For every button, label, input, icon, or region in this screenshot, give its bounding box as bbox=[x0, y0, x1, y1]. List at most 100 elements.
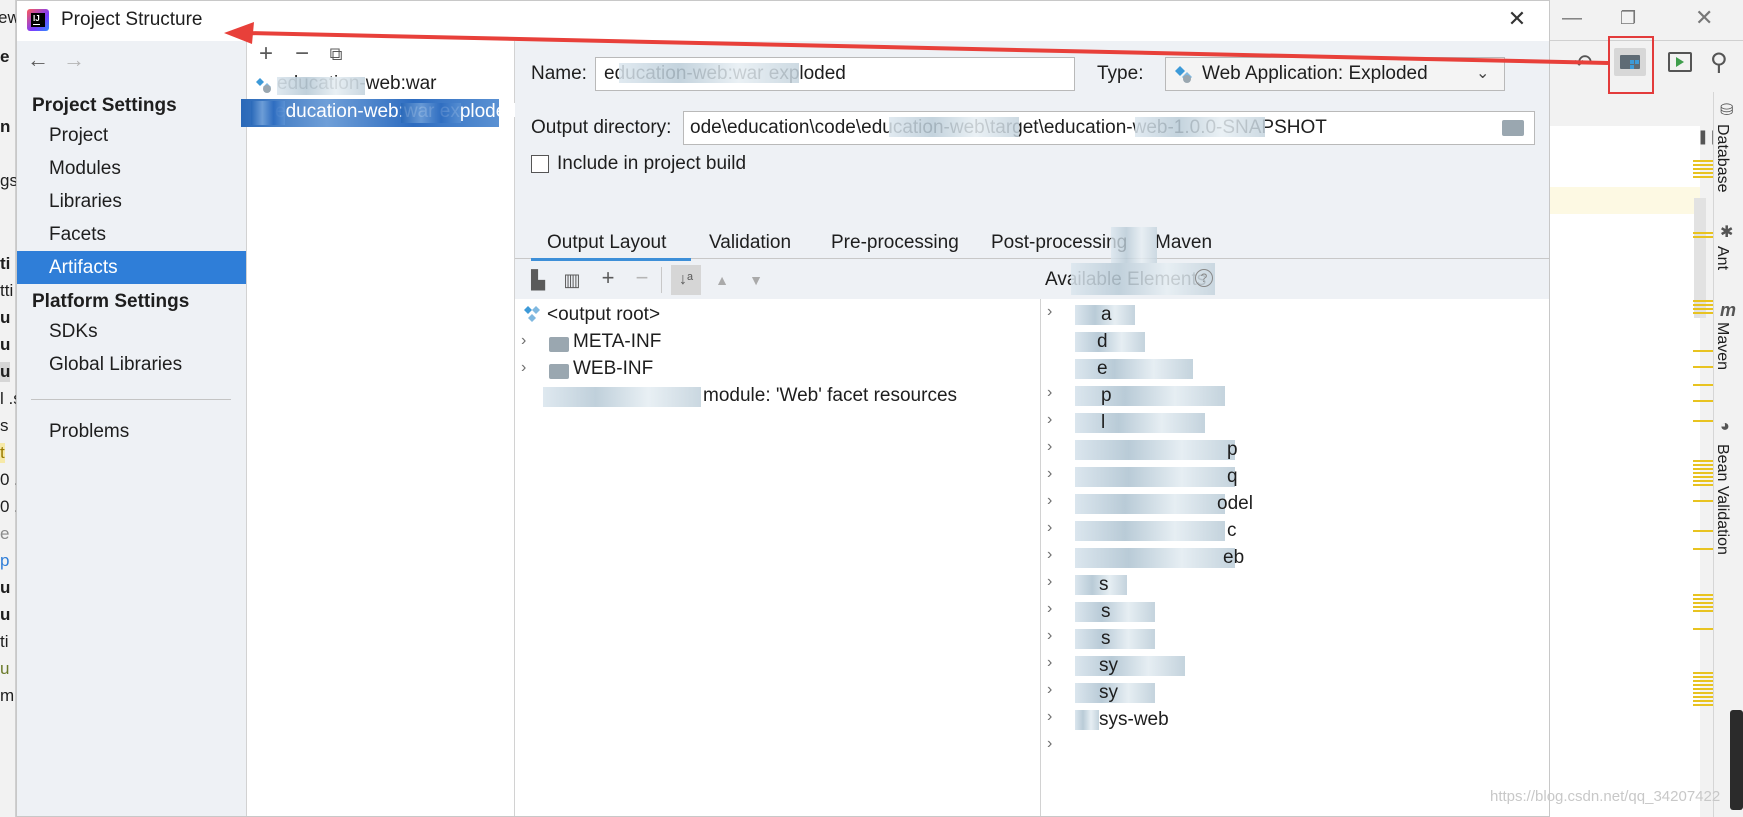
sidebar-item-modules[interactable]: Modules bbox=[17, 152, 246, 185]
module-row[interactable]: a bbox=[1101, 301, 1112, 329]
artifact-detail-panel: Name: education-web:war exploded Type: W… bbox=[515, 41, 1549, 816]
chevron-right-icon[interactable]: › bbox=[1047, 735, 1052, 753]
chevron-right-icon[interactable]: › bbox=[521, 359, 526, 377]
module-row[interactable]: eb bbox=[1223, 544, 1244, 572]
sort-elements-icon[interactable]: ↓ᵃ bbox=[671, 265, 701, 295]
module-row[interactable]: p bbox=[1101, 382, 1112, 410]
ide-fragment: u bbox=[0, 578, 11, 597]
chevron-right-icon[interactable]: › bbox=[1047, 546, 1052, 564]
module-row[interactable]: s bbox=[1101, 625, 1111, 653]
back-arrow-icon[interactable]: ← bbox=[27, 49, 49, 71]
module-row[interactable]: q bbox=[1227, 463, 1238, 491]
sidebar-item-libraries[interactable]: Libraries bbox=[17, 185, 246, 218]
tab-validation[interactable]: Validation bbox=[709, 229, 791, 261]
screen: ew e n gs ti tti u u u l .s s t 0 .c 0 .… bbox=[0, 0, 1743, 817]
window-restore-icon[interactable]: ❐ bbox=[1620, 8, 1640, 28]
chevron-right-icon[interactable]: › bbox=[1047, 492, 1052, 510]
highlight-box bbox=[1608, 36, 1654, 94]
folder-browse-icon[interactable] bbox=[1502, 120, 1524, 136]
remove-element-icon[interactable]: − bbox=[631, 267, 653, 289]
add-icon[interactable]: + bbox=[255, 42, 277, 66]
chevron-right-icon[interactable]: › bbox=[1047, 627, 1052, 645]
tab-pre-processing[interactable]: Pre-processing bbox=[831, 229, 959, 261]
chevron-right-icon[interactable]: › bbox=[1047, 681, 1052, 699]
window-close-icon[interactable]: ✕ bbox=[1695, 7, 1715, 29]
output-directory-field[interactable]: ode\education\code\education-web\target\… bbox=[683, 111, 1535, 145]
module-row-blur bbox=[1075, 467, 1235, 487]
search-icon[interactable]: ⚲ bbox=[1710, 48, 1728, 77]
module-row[interactable]: d bbox=[1097, 328, 1108, 356]
dialog-close-icon[interactable]: ✕ bbox=[1505, 7, 1529, 31]
chevron-right-icon[interactable]: › bbox=[1047, 465, 1052, 483]
module-row[interactable]: sy bbox=[1099, 679, 1118, 707]
forward-arrow-icon[interactable]: → bbox=[63, 49, 85, 71]
include-in-build-checkbox[interactable] bbox=[531, 155, 549, 173]
add-copy-icon[interactable]: + bbox=[597, 267, 619, 289]
tab-output-layout[interactable]: Output Layout bbox=[531, 229, 691, 261]
web-facet-row[interactable]: module: 'Web' facet resources bbox=[703, 382, 957, 410]
chevron-right-icon[interactable]: › bbox=[1047, 573, 1052, 591]
web-inf-row[interactable]: WEB-INF bbox=[573, 355, 653, 383]
undo-icon[interactable]: ↶ bbox=[1574, 50, 1592, 76]
module-row-blur bbox=[1075, 656, 1185, 676]
window-minimize-icon[interactable]: — bbox=[1562, 8, 1582, 28]
toolwindow-bean-validation[interactable]: Bean Validation bbox=[1713, 444, 1731, 555]
module-row[interactable]: l bbox=[1101, 409, 1105, 437]
dialog-titlebar: IJ Project Structure ✕ bbox=[17, 1, 1549, 41]
sidebar-item-facets[interactable]: Facets bbox=[17, 218, 246, 251]
chevron-right-icon[interactable]: › bbox=[1047, 708, 1052, 726]
meta-inf-row[interactable]: META-INF bbox=[573, 328, 661, 356]
tab-post-processing[interactable]: Post-processing bbox=[991, 229, 1127, 261]
create-archive-icon[interactable]: ▥ bbox=[561, 269, 583, 291]
artifact-item[interactable]: education-web:war bbox=[247, 71, 515, 99]
chevron-right-icon[interactable]: › bbox=[521, 332, 526, 350]
output-root-row[interactable]: <output root> bbox=[547, 301, 660, 329]
module-row[interactable]: sy bbox=[1099, 652, 1118, 680]
ide-fragment: u bbox=[0, 308, 11, 327]
type-select[interactable]: Web Application: Exploded ⌄ bbox=[1165, 57, 1505, 91]
new-directory-icon[interactable]: ▙ bbox=[527, 269, 549, 291]
sidebar-item-project[interactable]: Project bbox=[17, 119, 246, 152]
web-app-icon bbox=[1174, 64, 1194, 84]
module-row[interactable]: s bbox=[1099, 571, 1109, 599]
chevron-right-icon[interactable]: › bbox=[1047, 519, 1052, 537]
redaction-blur bbox=[1111, 227, 1157, 263]
chevron-right-icon[interactable]: › bbox=[1047, 654, 1052, 672]
platform-settings-header: Platform Settings bbox=[32, 291, 190, 312]
chevron-right-icon[interactable]: › bbox=[1047, 438, 1052, 456]
sidebar-item-sdks[interactable]: SDKs bbox=[17, 315, 246, 348]
module-row[interactable]: e bbox=[1097, 355, 1108, 383]
redaction-blur bbox=[1071, 263, 1215, 295]
dialog-title: Project Structure bbox=[61, 9, 203, 30]
available-elements-tree: › › › › › › › › › › › › › › › a d e p l … bbox=[1041, 299, 1549, 816]
move-up-icon[interactable]: ▲ bbox=[711, 269, 733, 291]
module-row[interactable]: c bbox=[1227, 517, 1237, 545]
copy-icon[interactable]: ⧉ bbox=[325, 43, 347, 65]
sidebar-item-artifacts[interactable]: Artifacts bbox=[17, 251, 246, 284]
module-row[interactable]: odel bbox=[1217, 490, 1253, 518]
output-directory-label: Output directory: bbox=[531, 117, 672, 138]
chevron-right-icon[interactable]: › bbox=[1047, 600, 1052, 618]
artifact-label: education-web:war exploded bbox=[275, 101, 517, 122]
sidebar-item-problems[interactable]: Problems bbox=[17, 415, 246, 448]
toolwindow-ant[interactable]: Ant bbox=[1713, 246, 1731, 270]
module-row[interactable]: p bbox=[1227, 436, 1238, 464]
run-config-icon[interactable] bbox=[1668, 52, 1692, 72]
toolwindow-database[interactable]: Database bbox=[1713, 124, 1731, 193]
chevron-right-icon[interactable]: › bbox=[1047, 303, 1052, 321]
chevron-right-icon[interactable]: › bbox=[1047, 411, 1052, 429]
move-down-icon[interactable]: ▼ bbox=[745, 269, 767, 291]
ide-fragment: ti bbox=[0, 254, 11, 273]
toolwindow-maven[interactable]: Maven bbox=[1713, 322, 1731, 370]
remove-icon[interactable]: − bbox=[291, 42, 313, 66]
sidebar-item-global-libraries[interactable]: Global Libraries bbox=[17, 348, 246, 381]
module-row-blur bbox=[1075, 413, 1205, 433]
artifact-war-icon bbox=[255, 77, 273, 95]
chevron-right-icon[interactable]: › bbox=[1047, 384, 1052, 402]
module-row-blur bbox=[1075, 386, 1225, 406]
module-row[interactable]: s bbox=[1101, 598, 1111, 626]
artifact-item-selected[interactable]: education-web:war exploded bbox=[241, 99, 517, 127]
tab-maven[interactable]: Maven bbox=[1155, 229, 1212, 261]
module-row[interactable]: sys-web bbox=[1099, 706, 1169, 734]
sidebar-divider bbox=[31, 399, 231, 400]
